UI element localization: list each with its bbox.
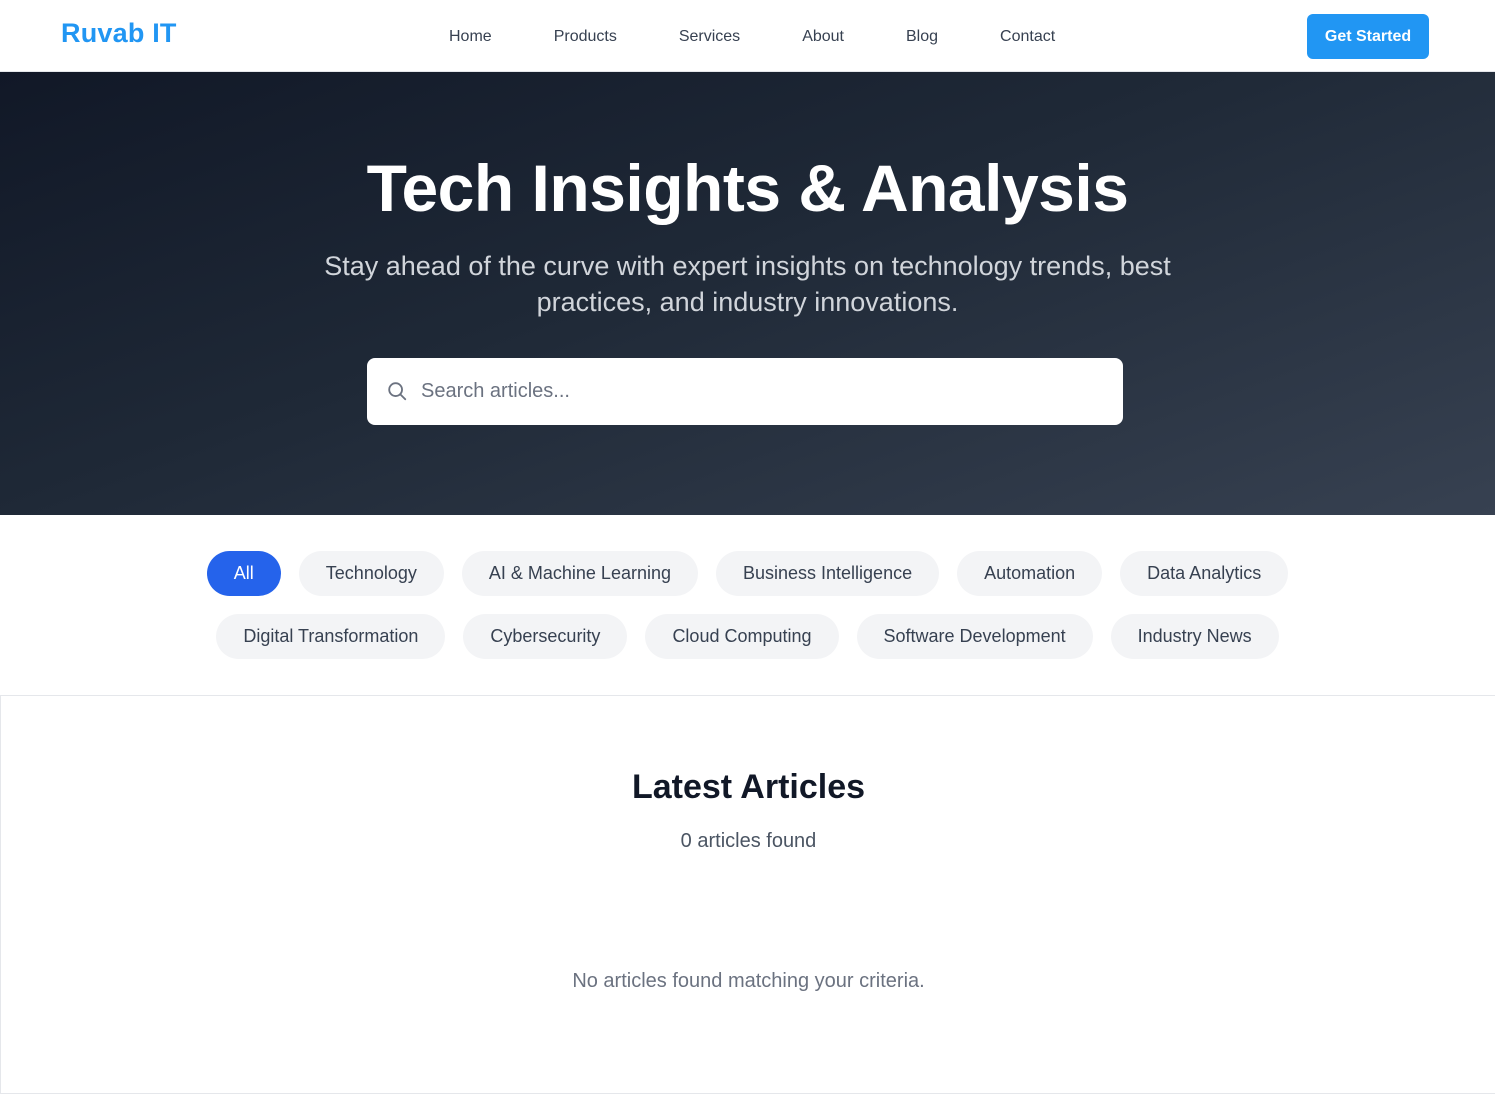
category-filters: All Technology AI & Machine Learning Bus…	[0, 515, 1495, 696]
filter-chip-cloud-computing[interactable]: Cloud Computing	[645, 614, 839, 659]
nav-links: Home Products Services About Blog Contac…	[418, 26, 1086, 48]
search-input[interactable]	[421, 358, 1111, 425]
hero-subtitle: Stay ahead of the curve with expert insi…	[324, 251, 1171, 317]
filter-row: Digital Transformation Cybersecurity Clo…	[0, 614, 1495, 659]
filter-chip-ai-machine-learning[interactable]: AI & Machine Learning	[461, 551, 698, 596]
search-icon	[388, 382, 407, 401]
filter-chip-software-development[interactable]: Software Development	[856, 614, 1093, 659]
nav-link-contact[interactable]: Contact	[969, 26, 1086, 48]
brand-logo[interactable]: Ruvab IT	[61, 18, 177, 49]
get-started-button[interactable]: Get Started	[1307, 14, 1429, 59]
filter-chip-digital-transformation[interactable]: Digital Transformation	[216, 614, 446, 659]
filter-chip-industry-news[interactable]: Industry News	[1110, 614, 1279, 659]
articles-title: Latest Articles	[631, 768, 866, 806]
nav-link-products[interactable]: Products	[523, 26, 648, 48]
nav-link-services[interactable]: Services	[648, 26, 771, 48]
hero-title: Tech Insights & Analysis	[366, 151, 1129, 225]
nav-link-home[interactable]: Home	[418, 26, 523, 48]
articles-count: 0 articles found	[680, 830, 817, 852]
filter-chip-automation[interactable]: Automation	[957, 551, 1103, 596]
filter-chip-cybersecurity[interactable]: Cybersecurity	[463, 614, 628, 659]
empty-state-message: No articles found matching your criteria…	[572, 970, 925, 992]
nav-link-blog[interactable]: Blog	[875, 26, 969, 48]
hero-section: Tech Insights & Analysis Stay ahead of t…	[0, 72, 1495, 515]
navbar: Ruvab IT Home Products Services About Bl…	[0, 0, 1495, 72]
filter-row: All Technology AI & Machine Learning Bus…	[0, 551, 1495, 596]
filter-chip-all[interactable]: All	[206, 551, 281, 596]
filter-chip-data-analytics[interactable]: Data Analytics	[1120, 551, 1289, 596]
nav-link-about[interactable]: About	[771, 26, 875, 48]
filter-chip-business-intelligence[interactable]: Business Intelligence	[715, 551, 940, 596]
filter-chip-technology[interactable]: Technology	[298, 551, 444, 596]
articles-section: Latest Articles 0 articles found No arti…	[0, 696, 1495, 1094]
search-box	[367, 358, 1123, 425]
